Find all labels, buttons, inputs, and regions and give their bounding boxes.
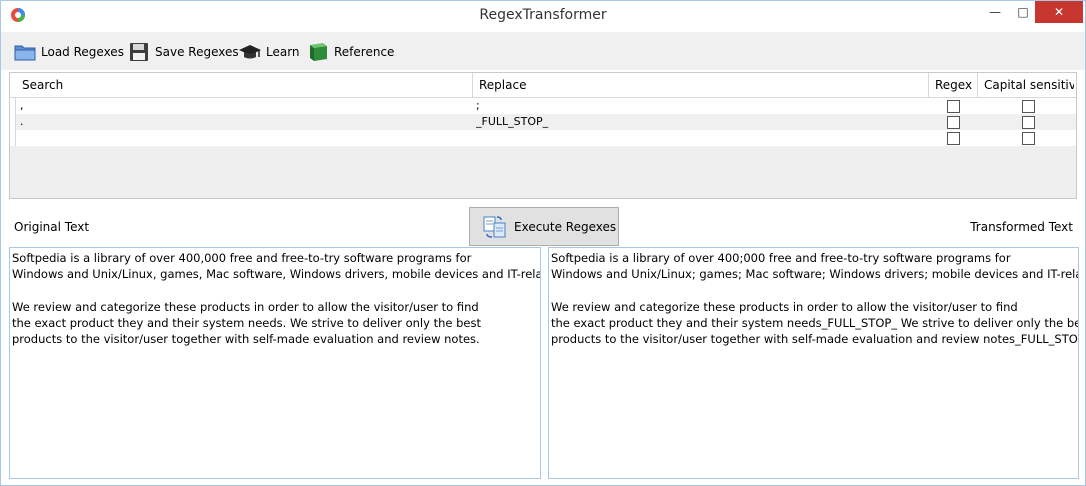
execute-regexes-button[interactable]: Execute Regexes — [469, 207, 619, 246]
table-row-new[interactable] — [16, 130, 1076, 146]
title-bar: RegexTransformer — □ ✕ — [1, 1, 1085, 31]
grid-header: Search Replace Regex Capital sensitive — [10, 73, 1076, 98]
column-header-capital-sensitive[interactable]: Capital sensitive — [978, 73, 1074, 98]
window-title: RegexTransformer — [479, 7, 607, 23]
regex-grid: Search Replace Regex Capital sensitive ,… — [9, 72, 1077, 199]
replace-cell[interactable] — [476, 130, 926, 146]
original-text-area[interactable]: Softpedia is a library of over 400,000 f… — [9, 247, 541, 479]
regex-checkbox[interactable] — [947, 116, 960, 129]
graduation-cap-icon — [239, 45, 261, 59]
execute-regexes-label: Execute Regexes — [514, 219, 617, 234]
search-cell[interactable]: . — [20, 114, 470, 130]
close-button[interactable]: ✕ — [1035, 1, 1083, 23]
replace-cell[interactable]: _FULL_STOP_ — [476, 114, 926, 130]
learn-label: Learn — [266, 45, 300, 59]
capital-sensitive-checkbox[interactable] — [1022, 116, 1035, 129]
minimize-button[interactable]: — — [981, 1, 1009, 23]
capital-sensitive-checkbox[interactable] — [1022, 100, 1035, 113]
reference-button[interactable]: Reference — [306, 40, 394, 64]
save-regexes-button[interactable]: Save Regexes — [127, 40, 239, 64]
maximize-button[interactable]: □ — [1009, 1, 1037, 23]
learn-button[interactable]: Learn — [238, 40, 300, 64]
transformed-text-label: Transformed Text — [970, 220, 1073, 234]
app-window: RegexTransformer — □ ✕ Load Regexes Save… — [0, 0, 1086, 486]
load-regexes-label: Load Regexes — [41, 45, 124, 59]
toolbar: Load Regexes Save Regexes Learn Referenc… — [1, 32, 1085, 70]
reference-label: Reference — [334, 45, 395, 59]
capital-sensitive-checkbox[interactable] — [1022, 132, 1035, 145]
save-regexes-label: Save Regexes — [155, 45, 239, 59]
column-header-replace[interactable]: Replace — [473, 73, 929, 98]
search-cell[interactable] — [20, 130, 470, 146]
floppy-disk-icon — [130, 43, 148, 61]
column-header-regex[interactable]: Regex — [929, 73, 978, 98]
original-text-label: Original Text — [14, 220, 90, 234]
load-regexes-button[interactable]: Load Regexes — [13, 40, 124, 64]
folder-icon — [14, 45, 36, 61]
replace-cell[interactable]: ; — [476, 98, 926, 114]
book-icon — [310, 43, 327, 61]
regex-checkbox[interactable] — [947, 100, 960, 113]
column-header-search[interactable]: Search — [16, 73, 473, 98]
transformed-text-area[interactable]: Softpedia is a library of over 400;000 f… — [548, 247, 1079, 479]
search-cell[interactable]: , — [20, 98, 470, 114]
table-row[interactable]: . _FULL_STOP_ — [16, 114, 1076, 130]
transform-icon — [483, 215, 506, 238]
table-row[interactable]: , ; — [16, 98, 1076, 114]
regex-checkbox[interactable] — [947, 132, 960, 145]
